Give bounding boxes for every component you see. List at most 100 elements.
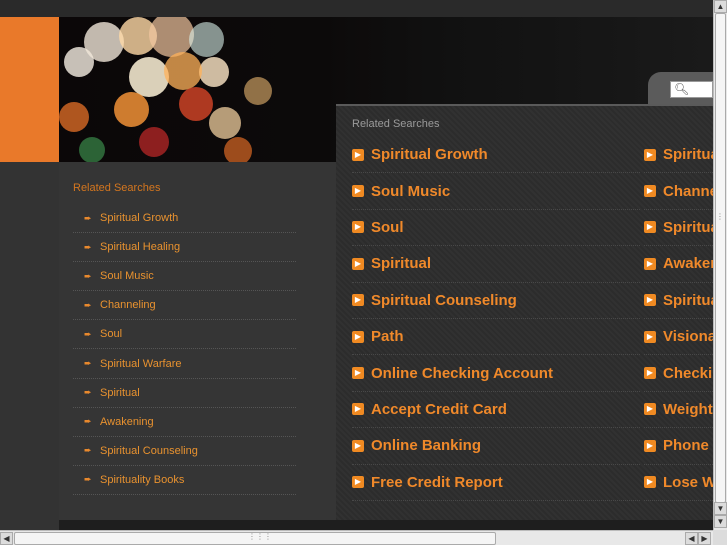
- vertical-scrollbar[interactable]: ▲ ⋮⋮ ▼ ▼: [713, 0, 727, 530]
- result-item[interactable]: ▶ Path: [352, 319, 640, 356]
- results-column-2: ▶ Spiritua ▶ Channe ▶ Spiritua ▶ Awaken ▶ Spi…: [644, 137, 713, 501]
- arrow-right-icon: ▶: [352, 476, 364, 489]
- arrow-right-icon: ➨: [84, 241, 92, 252]
- arrow-right-icon: ➨: [84, 416, 92, 427]
- arrow-right-icon: ▶: [352, 294, 364, 307]
- result-item[interactable]: ▶ Accept Credit Card: [352, 392, 640, 429]
- sidebar-link[interactable]: Spiritual Healing: [100, 241, 180, 253]
- result-link[interactable]: Online Checking Account: [371, 365, 553, 382]
- footer-band: [59, 520, 713, 530]
- sidebar-title: Related Searches: [73, 182, 161, 194]
- sidebar-item[interactable]: ➨ Spiritual Healing: [73, 233, 296, 263]
- search-input[interactable]: 🔍︎: [670, 81, 713, 98]
- sidebar-link[interactable]: Channeling: [100, 299, 156, 311]
- result-link[interactable]: Lose W: [663, 474, 713, 491]
- arrow-right-icon: ➨: [84, 474, 92, 485]
- arrow-right-icon: ▶: [352, 221, 364, 234]
- arrow-right-icon: ➨: [84, 299, 92, 310]
- result-link[interactable]: Weight: [663, 401, 713, 418]
- scroll-down-icon[interactable]: ▼: [714, 502, 727, 515]
- sidebar-link[interactable]: Spiritual: [100, 387, 140, 399]
- result-link[interactable]: Checki: [663, 365, 712, 382]
- main-title: Related Searches: [352, 118, 440, 130]
- result-link[interactable]: Spiritual Counseling: [371, 292, 517, 309]
- result-item[interactable]: ▶ Online Checking Account: [352, 355, 640, 392]
- result-link[interactable]: Accept Credit Card: [371, 401, 507, 418]
- result-item[interactable]: ▶ Weight: [644, 392, 713, 429]
- result-item[interactable]: ▶ Soul Music: [352, 173, 640, 210]
- arrow-right-icon: ➨: [84, 358, 92, 369]
- result-link[interactable]: Spiritual: [371, 255, 431, 272]
- result-link[interactable]: Spiritua: [663, 292, 713, 309]
- horizontal-scrollbar[interactable]: ◀ ⋮⋮⋮ ◀ ▶: [0, 530, 713, 545]
- result-item[interactable]: ▶ Spiritual Growth: [352, 137, 640, 174]
- result-link[interactable]: Spiritua: [663, 146, 713, 163]
- result-item[interactable]: ▶ Spiritua: [644, 137, 713, 174]
- result-item[interactable]: ▶ Spiritua: [644, 210, 713, 247]
- sidebar-link[interactable]: Spiritual Warfare: [100, 358, 182, 370]
- result-link[interactable]: Soul: [371, 219, 404, 236]
- result-item[interactable]: ▶ Checki: [644, 355, 713, 392]
- result-link[interactable]: Spiritua: [663, 219, 713, 236]
- arrow-right-icon: ▶: [352, 148, 364, 161]
- result-item[interactable]: ▶ Visiona: [644, 319, 713, 356]
- arrow-right-icon: ➨: [84, 328, 92, 339]
- result-item[interactable]: ▶ Free Credit Report: [352, 465, 640, 501]
- vertical-scroll-thumb[interactable]: [715, 13, 726, 503]
- sidebar-item[interactable]: ➨ Spiritual Growth: [73, 204, 296, 234]
- scrollbar-corner: [713, 530, 727, 545]
- sidebar-link[interactable]: Spiritual Growth: [100, 212, 178, 224]
- result-item[interactable]: ▶ Lose W: [644, 465, 713, 501]
- sidebar-item[interactable]: ➨ Soul Music: [73, 262, 296, 292]
- result-item[interactable]: ▶ Online Banking: [352, 428, 640, 465]
- result-link[interactable]: Soul Music: [371, 183, 450, 200]
- result-link[interactable]: Visiona: [663, 328, 713, 345]
- result-item[interactable]: ▶ Soul: [352, 210, 640, 247]
- result-link[interactable]: Path: [371, 328, 404, 345]
- result-link[interactable]: Phone: [663, 437, 709, 454]
- result-item[interactable]: ▶ Phone: [644, 428, 713, 465]
- sidebar-item[interactable]: ➨ Channeling: [73, 291, 296, 321]
- scroll-up-icon[interactable]: ▲: [714, 0, 727, 13]
- sidebar-item[interactable]: ➨ Spiritual: [73, 379, 296, 408]
- arrow-right-icon: ➨: [84, 270, 92, 281]
- sidebar-item[interactable]: ➨ Spiritual Warfare: [73, 349, 296, 379]
- arrow-right-icon: ▶: [644, 185, 656, 198]
- result-item[interactable]: ▶ Channe: [644, 173, 713, 210]
- scroll-right-icon[interactable]: ▶: [698, 532, 711, 545]
- sidebar-link[interactable]: Soul Music: [100, 270, 154, 282]
- result-item[interactable]: ▶ Awaken: [644, 246, 713, 283]
- sidebar-item[interactable]: ➨ Soul: [73, 320, 296, 350]
- sidebar-link[interactable]: Spirituality Books: [100, 474, 184, 486]
- arrow-right-icon: ▶: [644, 439, 656, 452]
- scroll-down-icon[interactable]: ▼: [714, 515, 727, 528]
- sidebar-link[interactable]: Awakening: [100, 416, 154, 428]
- result-link[interactable]: Awaken: [663, 255, 713, 272]
- scroll-left-icon[interactable]: ◀: [0, 532, 13, 545]
- sidebar-link[interactable]: Soul: [100, 328, 122, 340]
- sidebar-link-list: ➨ Spiritual Growth ➨ Spiritual Healing ➨ So…: [73, 204, 296, 495]
- arrow-right-icon: ➨: [84, 387, 92, 398]
- result-link[interactable]: Channe: [663, 183, 713, 200]
- grip-icon: ⋮⋮: [716, 212, 727, 221]
- arrow-right-icon: ▶: [644, 294, 656, 307]
- scroll-left-icon[interactable]: ◀: [685, 532, 698, 545]
- result-item[interactable]: ▶ Spiritua: [644, 283, 713, 319]
- arrow-right-icon: ▶: [644, 148, 656, 161]
- arrow-right-icon: ➨: [84, 445, 92, 456]
- sidebar-item[interactable]: ➨ Spirituality Books: [73, 466, 296, 495]
- arrow-right-icon: ▶: [352, 367, 364, 380]
- result-item[interactable]: ▶ Spiritual: [352, 246, 640, 283]
- result-link[interactable]: Free Credit Report: [371, 474, 503, 491]
- sidebar-item[interactable]: ➨ Spiritual Counseling: [73, 437, 296, 466]
- result-link[interactable]: Online Banking: [371, 437, 481, 454]
- results-column-1: ▶ Spiritual Growth ▶ Soul Music ▶ Soul ▶ Spi…: [352, 137, 640, 501]
- magnifier-icon[interactable]: 🔍︎: [674, 82, 689, 96]
- sidebar-item[interactable]: ➨ Awakening: [73, 408, 296, 437]
- sidebar-link[interactable]: Spiritual Counseling: [100, 445, 198, 457]
- arrow-right-icon: ▶: [352, 403, 364, 416]
- arrow-right-icon: ▶: [352, 185, 364, 198]
- result-link[interactable]: Spiritual Growth: [371, 146, 488, 163]
- arrow-right-icon: ▶: [644, 403, 656, 416]
- result-item[interactable]: ▶ Spiritual Counseling: [352, 283, 640, 319]
